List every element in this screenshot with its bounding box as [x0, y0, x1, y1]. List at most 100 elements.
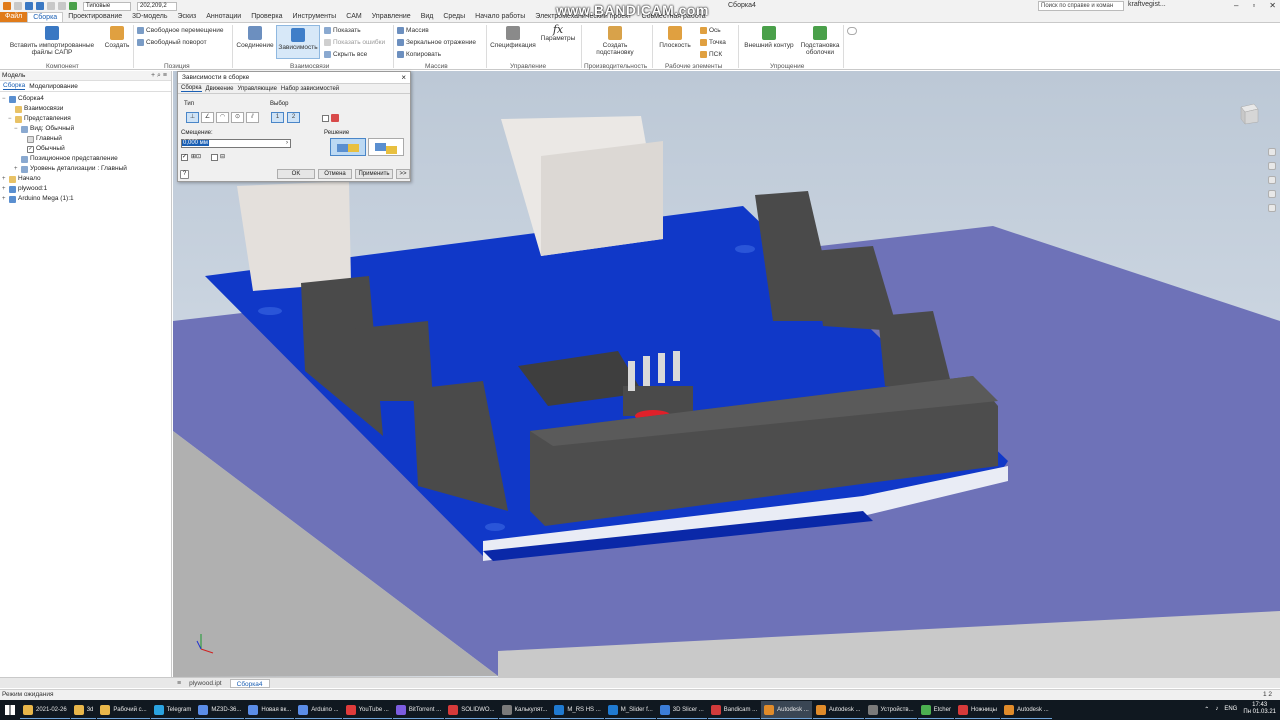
tree-item[interactable]: Главный [0, 134, 171, 144]
tab-dialog-constraint-set[interactable]: Набор зависимостей [281, 86, 339, 92]
tab-browser-modeling[interactable]: Моделирование [29, 83, 78, 90]
tab-browser-assembly[interactable]: Сборка [3, 82, 26, 90]
search-icon[interactable]: ⌕ [157, 72, 161, 79]
tree-item[interactable]: + plywood:1 [0, 184, 171, 194]
bom-button[interactable]: Спецификация [489, 26, 537, 49]
doctab-assembly4[interactable]: Сборка4 [229, 678, 270, 688]
tab-dialog-assembly[interactable]: Сборка [181, 85, 202, 92]
tab-assemble[interactable]: Сборка [27, 12, 64, 22]
copy-button[interactable]: Копировать [397, 51, 441, 58]
tab-annotate[interactable]: Аннотации [201, 12, 246, 22]
show-sick-button[interactable]: Показать ошибки [324, 39, 385, 46]
taskbar-item[interactable]: SOLIDWO... [445, 701, 498, 719]
tab-inspect[interactable]: Проверка [246, 12, 287, 22]
pick-part-first-checkbox[interactable] [322, 115, 329, 122]
help-search-input[interactable]: Поиск по справке и коман [1038, 1, 1124, 11]
ucs-button[interactable]: ПСК [700, 51, 722, 58]
taskbar-item[interactable]: BitTorrent ... [392, 701, 445, 719]
taskbar-item[interactable]: Autodesk ... [761, 701, 812, 719]
clock[interactable]: 17:43 Пн 01.03.21 [1243, 702, 1276, 716]
point-button[interactable]: Точка [700, 39, 726, 46]
solution-mate-button[interactable] [330, 138, 366, 156]
menu-icon[interactable]: ≡ [163, 72, 167, 79]
tree-item[interactable]: + Arduino Mega (1):1 [0, 194, 171, 204]
taskbar-item[interactable]: 2021-02-26 [20, 701, 70, 719]
pattern-button[interactable]: Массив [397, 27, 429, 34]
close-icon[interactable]: ✕ [1269, 1, 1276, 10]
home-icon[interactable] [69, 2, 77, 10]
taskbar-item[interactable]: MZ3D-36... [195, 701, 245, 719]
taskbar-item[interactable]: Рабочий с... [97, 701, 150, 719]
taskbar-item[interactable]: Bandicam ... [707, 701, 761, 719]
plane-button[interactable]: Плоскость [655, 26, 695, 49]
tabs-menu-icon[interactable]: ≡ [177, 680, 181, 687]
ribbon-options-icon[interactable] [847, 27, 857, 35]
redo-icon[interactable] [58, 2, 66, 10]
taskbar-item[interactable]: M_Slider f... [604, 701, 656, 719]
tab-sketch[interactable]: Эскиз [172, 12, 201, 22]
zoom-icon[interactable] [1268, 176, 1276, 184]
taskbar-item[interactable]: M_RS HS ... [551, 701, 604, 719]
taskbar-item[interactable]: 3D Slicer ... [656, 701, 707, 719]
tab-dialog-motion[interactable]: Движение [206, 86, 234, 92]
dialog-close-icon[interactable]: × [401, 72, 406, 84]
mirror-button[interactable]: Зеркальное отражение [397, 39, 476, 46]
free-rotate-button[interactable]: Свободный поворот [137, 39, 207, 46]
tab-manage[interactable]: Управление [367, 12, 416, 22]
select-first-icon[interactable]: 1 [271, 112, 284, 123]
create-component-button[interactable]: Создать [102, 26, 132, 49]
save-icon[interactable] [36, 2, 44, 10]
tree-item[interactable]: Позиционное представление [0, 154, 171, 164]
tree-item[interactable]: + Начало [0, 174, 171, 184]
apply-button[interactable]: Применить [355, 169, 393, 179]
tab-view[interactable]: Вид [416, 12, 439, 22]
parameters-button[interactable]: fx Параметры [538, 24, 578, 42]
tray-arrow-icon[interactable]: ⌃ [1204, 706, 1209, 713]
maximize-icon[interactable]: ▫ [1252, 1, 1255, 10]
taskbar-item[interactable]: Arduino ... [295, 701, 342, 719]
look-at-icon[interactable] [1268, 204, 1276, 212]
show-button[interactable]: Показать [324, 27, 361, 34]
solution-flush-button[interactable] [368, 138, 404, 156]
taskbar-item[interactable]: Ножницы [954, 701, 1000, 719]
tab-3d-model[interactable]: 3D-модель [127, 12, 172, 22]
taskbar-item[interactable]: Калькулят... [498, 701, 551, 719]
tree-item[interactable]: − Представления [0, 114, 171, 124]
taskbar-item[interactable]: Telegram [150, 701, 195, 719]
show-preview-checkbox[interactable]: ✓ [181, 154, 188, 161]
mate-type-icon[interactable]: ⊥ [186, 112, 199, 123]
tree-item[interactable]: − Вид: Обычный [0, 124, 171, 134]
steering-wheel-icon[interactable] [1268, 148, 1276, 156]
insert-type-icon[interactable]: ⊙ [231, 112, 244, 123]
taskbar-item[interactable]: YouTube ... [342, 701, 392, 719]
volume-icon[interactable]: ♪ [1215, 706, 1218, 712]
doctab-plywood[interactable]: plywood.ipt [183, 679, 228, 688]
appearance-preset-select[interactable]: Типовые [83, 1, 131, 11]
symmetry-type-icon[interactable]: ⫽ [246, 112, 259, 123]
tree-item[interactable]: ✓ Обычный [0, 144, 171, 154]
tab-file[interactable]: Файл [0, 12, 28, 22]
tab-get-started[interactable]: Начало работы [470, 12, 530, 22]
import-cad-button[interactable]: Вставить импортированные файлы САПР [4, 26, 100, 56]
inventor-logo-icon[interactable] [3, 2, 11, 10]
open-file-icon[interactable] [25, 2, 33, 10]
hide-all-button[interactable]: Скрыть все [324, 51, 367, 58]
language-indicator[interactable]: ENG [1224, 706, 1237, 712]
cancel-button[interactable]: Отмена [318, 169, 352, 179]
tree-item[interactable]: Взаимосвязи [0, 104, 171, 114]
tab-dialog-transitional[interactable]: Управляющие [238, 86, 277, 92]
tab-tools[interactable]: Инструменты [288, 12, 342, 22]
minimize-icon[interactable]: – [1234, 1, 1238, 10]
taskbar-item[interactable]: Autodesk ... [812, 701, 864, 719]
tree-item[interactable]: − Сборка4 [0, 94, 171, 104]
offset-input[interactable]: 0,000 мм › [181, 139, 291, 148]
new-file-icon[interactable] [14, 2, 22, 10]
taskbar-item[interactable]: Autodesk ... [1001, 701, 1052, 719]
pan-icon[interactable] [1268, 162, 1276, 170]
free-move-button[interactable]: Свободное перемещение [137, 27, 223, 34]
outer-contour-button[interactable]: Внешний контур [741, 26, 797, 49]
orbit-icon[interactable] [1268, 190, 1276, 198]
axis-button[interactable]: Ось [700, 27, 721, 34]
taskbar-item[interactable]: Etcher [917, 701, 954, 719]
help-icon[interactable]: ? [180, 170, 189, 179]
